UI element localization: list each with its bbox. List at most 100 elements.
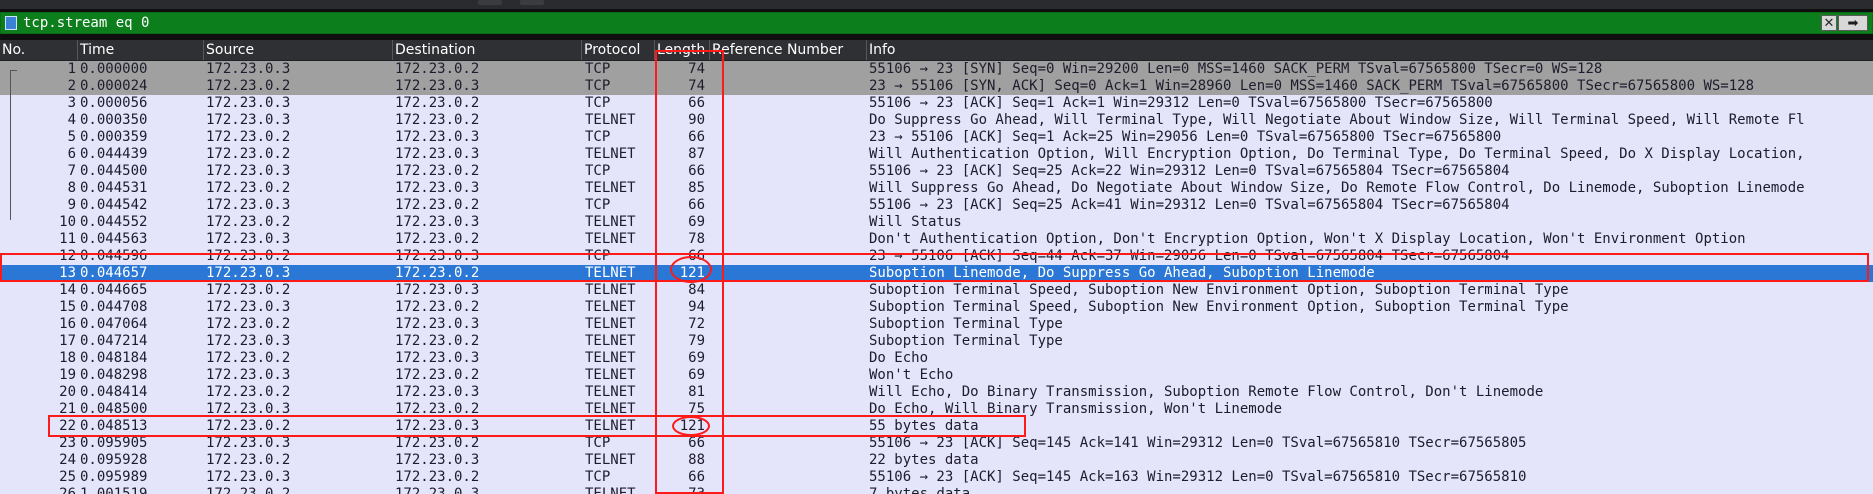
packet-row[interactable]: 12 0.044596 172.23.0.2 172.23.0.3 TCP 66 23 → … (0, 248, 1873, 265)
cell-length: 94 (688, 299, 705, 315)
cell-source: 172.23.0.2 (206, 180, 291, 196)
cell-time: 0.047214 (80, 333, 148, 349)
cell-destination: 172.23.0.2 (395, 435, 480, 451)
cell-info: Will Status (869, 214, 962, 230)
cell-destination: 172.23.0.3 (395, 78, 480, 94)
packet-row[interactable]: 22 0.048513 172.23.0.2 172.23.0.3 TELNET 121 5… (0, 418, 1873, 435)
packet-row[interactable]: 3 0.000056 172.23.0.3 172.23.0.2 TCP 66 55106 … (0, 95, 1873, 112)
packet-row[interactable]: 14 0.044665 172.23.0.2 172.23.0.3 TELNET 84 Su… (0, 282, 1873, 299)
column-header-reference-number[interactable]: Reference Number (710, 40, 867, 60)
packet-row[interactable]: 6 0.044439 172.23.0.2 172.23.0.3 TELNET 87 Wil… (0, 146, 1873, 163)
cell-protocol: TCP (585, 248, 611, 264)
cell-destination: 172.23.0.3 (395, 146, 480, 162)
cell-protocol: TELNET (585, 265, 636, 281)
cell-no: 3 (67, 95, 76, 111)
cell-time: 0.044531 (80, 180, 148, 196)
cell-time: 0.000359 (80, 129, 148, 145)
cell-no: 5 (67, 129, 76, 145)
display-filter-input[interactable] (23, 14, 1813, 32)
cell-time: 0.047064 (80, 316, 148, 332)
packet-list[interactable]: 1 0.000000 172.23.0.3 172.23.0.2 TCP 74 55106 … (0, 61, 1873, 494)
cell-length: 121 (679, 418, 705, 434)
cell-length: 66 (688, 197, 705, 213)
packet-row[interactable]: 7 0.044500 172.23.0.3 172.23.0.2 TCP 66 55106 … (0, 163, 1873, 180)
cell-length: 75 (688, 401, 705, 417)
cell-protocol: TCP (585, 61, 611, 77)
cell-no: 17 (59, 333, 76, 349)
cell-destination: 172.23.0.2 (395, 367, 480, 383)
cell-no: 4 (67, 112, 76, 128)
packet-row[interactable]: 19 0.048298 172.23.0.3 172.23.0.2 TELNET 69 Wo… (0, 367, 1873, 384)
packet-row-selected[interactable]: 13 0.044657 172.23.0.3 172.23.0.2 TELNET 121 S… (0, 265, 1873, 282)
packet-row[interactable]: 21 0.048500 172.23.0.3 172.23.0.2 TELNET 75 Do… (0, 401, 1873, 418)
packet-row[interactable]: 2 0.000024 172.23.0.2 172.23.0.3 TCP 74 23 → 5… (0, 78, 1873, 95)
column-header-info[interactable]: Info (867, 40, 1873, 60)
column-header-time[interactable]: Time (78, 40, 204, 60)
clear-filter-icon[interactable]: ✕ (1821, 15, 1837, 31)
apply-filter-icon[interactable]: ➡ (1838, 15, 1868, 31)
cell-length: 69 (688, 350, 705, 366)
cell-destination: 172.23.0.2 (395, 265, 480, 281)
packet-row[interactable]: 8 0.044531 172.23.0.2 172.23.0.3 TELNET 85 Wil… (0, 180, 1873, 197)
packet-row[interactable]: 5 0.000359 172.23.0.2 172.23.0.3 TCP 66 23 → 5… (0, 129, 1873, 146)
cell-source: 172.23.0.2 (206, 129, 291, 145)
cell-time: 0.048298 (80, 367, 148, 383)
packet-row[interactable]: 20 0.048414 172.23.0.2 172.23.0.3 TELNET 81 Wi… (0, 384, 1873, 401)
cell-destination: 172.23.0.3 (395, 316, 480, 332)
cell-length: 87 (688, 146, 705, 162)
cell-no: 14 (59, 282, 76, 298)
toolbar-button[interactable] (520, 0, 544, 5)
packet-row[interactable]: 16 0.047064 172.23.0.2 172.23.0.3 TELNET 72 Su… (0, 316, 1873, 333)
packet-row[interactable]: 4 0.000350 172.23.0.3 172.23.0.2 TELNET 90 Do … (0, 112, 1873, 129)
bookmark-icon[interactable] (5, 16, 17, 30)
cell-protocol: TELNET (585, 333, 636, 349)
packet-row[interactable]: 26 1.001519 172.23.0.2 172.23.0.3 TELNET 73 7 … (0, 486, 1873, 494)
cell-source: 172.23.0.2 (206, 452, 291, 468)
cell-time: 0.044657 (80, 265, 148, 281)
cell-time: 0.000000 (80, 61, 148, 77)
cell-length: 88 (688, 452, 705, 468)
packet-row[interactable]: 10 0.044552 172.23.0.2 172.23.0.3 TELNET 69 Wi… (0, 214, 1873, 231)
cell-destination: 172.23.0.2 (395, 401, 480, 417)
cell-protocol: TELNET (585, 486, 636, 494)
cell-destination: 172.23.0.2 (395, 333, 480, 349)
cell-length: 90 (688, 112, 705, 128)
column-header-length[interactable]: Length (655, 40, 710, 60)
packet-row[interactable]: 1 0.000000 172.23.0.3 172.23.0.2 TCP 74 55106 … (0, 61, 1873, 78)
packet-row[interactable]: 15 0.044708 172.23.0.3 172.23.0.2 TELNET 94 Su… (0, 299, 1873, 316)
cell-destination: 172.23.0.3 (395, 350, 480, 366)
packet-row[interactable]: 18 0.048184 172.23.0.2 172.23.0.3 TELNET 69 Do… (0, 350, 1873, 367)
cell-protocol: TCP (585, 435, 611, 451)
cell-protocol: TELNET (585, 418, 636, 434)
cell-source: 172.23.0.2 (206, 248, 291, 264)
packet-row[interactable]: 25 0.095989 172.23.0.3 172.23.0.2 TCP 66 55106… (0, 469, 1873, 486)
cell-protocol: TELNET (585, 299, 636, 315)
packet-row[interactable]: 11 0.044563 172.23.0.3 172.23.0.2 TELNET 78 Do… (0, 231, 1873, 248)
cell-no: 19 (59, 367, 76, 383)
cell-length: 69 (688, 214, 705, 230)
packet-row[interactable]: 9 0.044542 172.23.0.3 172.23.0.2 TCP 66 55106 … (0, 197, 1873, 214)
column-header-protocol[interactable]: Protocol (582, 40, 655, 60)
cell-info: Won't Echo (869, 367, 954, 383)
cell-length: 121 (679, 265, 705, 281)
cell-length: 78 (688, 231, 705, 247)
conversation-line (10, 70, 11, 220)
packet-row[interactable]: 23 0.095905 172.23.0.3 172.23.0.2 TCP 66 55106… (0, 435, 1873, 452)
packet-row[interactable]: 17 0.047214 172.23.0.3 172.23.0.2 TELNET 79 Su… (0, 333, 1873, 350)
cell-protocol: TCP (585, 95, 611, 111)
cell-no: 9 (67, 197, 76, 213)
column-header-source[interactable]: Source (204, 40, 393, 60)
packet-row[interactable]: 24 0.095928 172.23.0.2 172.23.0.3 TELNET 88 22… (0, 452, 1873, 469)
cell-info: Suboption Terminal Speed, Suboption New … (869, 299, 1569, 315)
cell-length: 72 (688, 316, 705, 332)
cell-length: 85 (688, 180, 705, 196)
cell-time: 0.044563 (80, 231, 148, 247)
cell-no: 2 (67, 78, 76, 94)
toolbar-button[interactable] (478, 0, 502, 5)
cell-time: 0.044500 (80, 163, 148, 179)
cell-length: 66 (688, 163, 705, 179)
cell-info: 55106 → 23 [ACK] Seq=25 Ack=41 Win=29312… (869, 197, 1510, 213)
cell-source: 172.23.0.2 (206, 146, 291, 162)
column-header-destination[interactable]: Destination (393, 40, 582, 60)
column-header-no[interactable]: No. (0, 40, 78, 60)
